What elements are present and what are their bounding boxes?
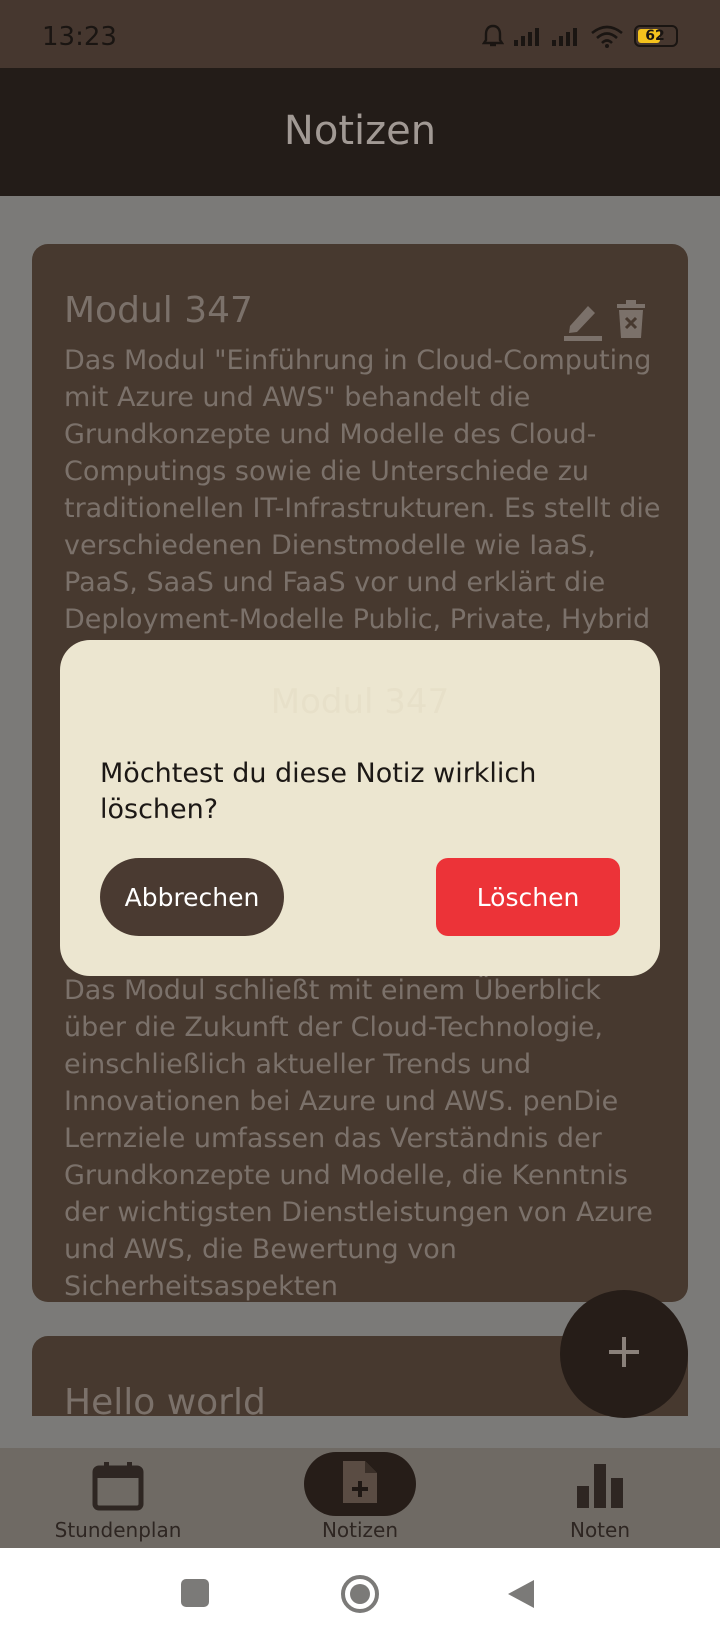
battery-level: 62	[645, 28, 665, 44]
recent-apps-icon[interactable]	[180, 1578, 210, 1612]
delete-confirm-dialog: Modul 347 Möchtest du diese Notiz wirkli…	[60, 640, 660, 976]
note-add-icon	[341, 1459, 379, 1509]
app-bar: Notizen	[0, 68, 720, 196]
page-title: Notizen	[283, 108, 437, 154]
calendar-icon	[92, 1460, 144, 1516]
bottom-nav: Stundenplan Notizen Noten	[0, 1448, 720, 1548]
note-title: Modul 347	[64, 290, 253, 331]
dialog-title: Modul 347	[270, 682, 450, 722]
nav-icon-wrap	[92, 1460, 144, 1516]
status-icons: 62	[482, 24, 678, 48]
status-time: 13:23	[42, 22, 117, 52]
home-icon[interactable]	[340, 1574, 380, 1618]
note-actions	[562, 298, 648, 342]
alarm-icon	[482, 24, 504, 48]
nav-icon-wrap	[304, 1452, 416, 1516]
wifi-icon	[590, 24, 624, 48]
signal-icon	[514, 26, 542, 46]
note-body-top: Das Modul "Einführung in Cloud-Computing…	[64, 345, 661, 635]
nav-label: Notizen	[321, 1518, 399, 1542]
note-body-bottom: Das Modul schließt mit einem Überblick ü…	[64, 975, 653, 1302]
nav-label: Stundenplan	[54, 1518, 182, 1542]
dialog-message: Möchtest du diese Notiz wirklich löschen…	[100, 758, 537, 825]
cancel-button[interactable]: Abbrechen	[100, 858, 284, 936]
plus-icon	[607, 1335, 641, 1373]
bar-chart-icon	[575, 1460, 625, 1512]
signal-icon-2	[552, 26, 580, 46]
back-icon[interactable]	[506, 1578, 536, 1614]
nav-item-noten[interactable]: Noten	[500, 1448, 700, 1548]
battery-fill: 62	[638, 28, 665, 44]
nav-item-stundenplan[interactable]: Stundenplan	[18, 1448, 218, 1548]
delete-icon[interactable]	[614, 300, 648, 340]
nav-label: Noten	[569, 1518, 631, 1542]
battery-indicator: 62	[634, 25, 678, 47]
nav-item-notizen[interactable]: Notizen	[260, 1448, 460, 1548]
note-title: Hello world	[64, 1382, 266, 1416]
delete-button[interactable]: Löschen	[436, 858, 620, 936]
add-note-button[interactable]	[560, 1290, 688, 1418]
status-bar: 13:23 62	[0, 0, 720, 68]
nav-icon-wrap	[575, 1460, 625, 1512]
system-nav-bar	[0, 1548, 720, 1640]
edit-icon[interactable]	[562, 298, 604, 342]
